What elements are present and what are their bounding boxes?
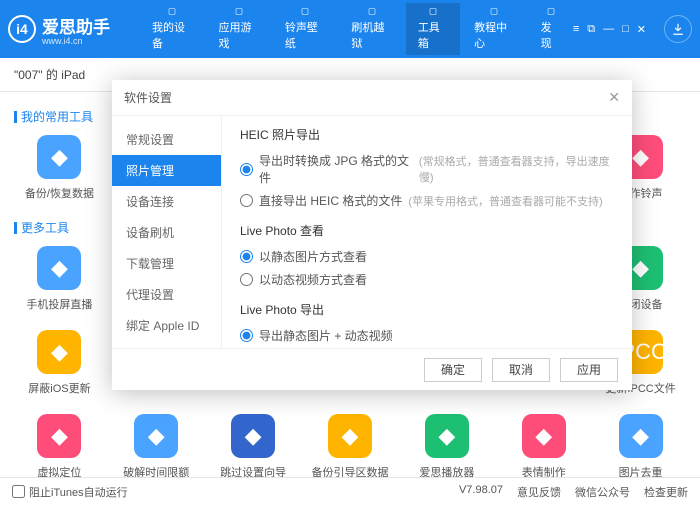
dialog-close-icon[interactable]: ✕ bbox=[608, 89, 620, 106]
dialog-sidebar: 常规设置照片管理设备连接设备刷机下载管理代理设置绑定 Apple ID bbox=[112, 116, 222, 348]
ok-button[interactable]: 确定 bbox=[424, 358, 482, 382]
heic-opt-jpg[interactable]: 导出时转换成 JPG 格式的文件(常规格式，普通查看器支持，导出速度慢) bbox=[240, 149, 614, 189]
wechat-link[interactable]: 微信公众号 bbox=[575, 484, 630, 500]
settings-category[interactable]: 设备连接 bbox=[112, 186, 221, 217]
dialog-footer: 确定 取消 应用 bbox=[112, 348, 632, 390]
topnav-item[interactable]: 工具箱 bbox=[406, 3, 460, 55]
livephoto-view-title: Live Photo 查看 bbox=[240, 222, 614, 239]
tool-tile[interactable]: ◆备份/恢复数据 bbox=[14, 135, 105, 201]
maximize-icon[interactable]: □ bbox=[622, 23, 629, 35]
topnav-item[interactable]: 刷机越狱 bbox=[339, 3, 403, 55]
version-label: V7.98.07 bbox=[459, 484, 503, 500]
topnav-item[interactable]: 发现 bbox=[529, 3, 573, 55]
tool-tile[interactable]: ◆虚拟定位 bbox=[14, 414, 105, 477]
status-bar: 阻止iTunes自动运行 V7.98.07 意见反馈 微信公众号 检查更新 bbox=[0, 477, 700, 505]
dialog-content: HEIC 照片导出 导出时转换成 JPG 格式的文件(常规格式，普通查看器支持，… bbox=[222, 116, 632, 348]
heic-export-title: HEIC 照片导出 bbox=[240, 126, 614, 143]
window-controls: ≡ ⧉ — □ ✕ bbox=[573, 15, 692, 43]
brand-name: 爱思助手 bbox=[42, 18, 110, 37]
tool-tile[interactable]: ◆屏蔽iOS更新 bbox=[14, 330, 105, 396]
cancel-button[interactable]: 取消 bbox=[492, 358, 550, 382]
app-logo: i4 爱思助手 www.i4.cn bbox=[8, 13, 110, 46]
topnav-item[interactable]: 教程中心 bbox=[462, 3, 526, 55]
settings-icon[interactable]: ⧉ bbox=[587, 23, 595, 36]
heic-opt-raw[interactable]: 直接导出 HEIC 格式的文件(苹果专用格式，普通查看器可能不支持) bbox=[240, 189, 614, 212]
settings-category[interactable]: 设备刷机 bbox=[112, 217, 221, 248]
topnav-item[interactable]: 应用游戏 bbox=[206, 3, 270, 55]
logo-icon: i4 bbox=[8, 15, 36, 43]
tool-tile[interactable]: ◆跳过设置向导 bbox=[208, 414, 299, 477]
tool-tile[interactable]: ◆备份引导区数据 bbox=[305, 414, 396, 477]
lpview-opt-static[interactable]: 以静态图片方式查看 bbox=[240, 245, 614, 268]
lpexp-opt-both[interactable]: 导出静态图片 + 动态视频 bbox=[240, 324, 614, 347]
block-itunes-checkbox[interactable]: 阻止iTunes自动运行 bbox=[12, 484, 128, 500]
settings-category[interactable]: 代理设置 bbox=[112, 279, 221, 310]
settings-category[interactable]: 照片管理 bbox=[112, 155, 221, 186]
menu-icon[interactable]: ≡ bbox=[573, 23, 579, 35]
dialog-title: 软件设置 bbox=[124, 89, 172, 106]
tool-tile[interactable]: ◆爱思播放器 bbox=[401, 414, 492, 477]
lpview-opt-video[interactable]: 以动态视频方式查看 bbox=[240, 268, 614, 291]
tool-tile[interactable]: ◆手机投屏直播 bbox=[14, 246, 105, 312]
tool-tile[interactable]: ◆破解时间限额 bbox=[111, 414, 202, 477]
settings-dialog: 软件设置 ✕ 常规设置照片管理设备连接设备刷机下载管理代理设置绑定 Apple … bbox=[112, 80, 632, 390]
topnav-item[interactable]: 铃声壁纸 bbox=[273, 3, 337, 55]
topnav-item[interactable]: 我的设备 bbox=[140, 3, 204, 55]
tool-tile[interactable]: ◆表情制作 bbox=[498, 414, 589, 477]
dialog-header: 软件设置 ✕ bbox=[112, 80, 632, 116]
feedback-link[interactable]: 意见反馈 bbox=[517, 484, 561, 500]
brand-url: www.i4.cn bbox=[42, 36, 110, 46]
settings-category[interactable]: 常规设置 bbox=[112, 124, 221, 155]
settings-category[interactable]: 下载管理 bbox=[112, 248, 221, 279]
download-icon[interactable] bbox=[664, 15, 692, 43]
device-name: "007" 的 iPad bbox=[14, 66, 85, 83]
tool-tile[interactable]: ◆图片去重 bbox=[595, 414, 686, 477]
check-update-link[interactable]: 检查更新 bbox=[644, 484, 688, 500]
settings-category[interactable]: 绑定 Apple ID bbox=[112, 310, 221, 341]
top-nav: 我的设备应用游戏铃声壁纸刷机越狱工具箱教程中心发现 bbox=[140, 3, 573, 55]
close-icon[interactable]: ✕ bbox=[637, 23, 646, 36]
apply-button[interactable]: 应用 bbox=[560, 358, 618, 382]
top-toolbar: i4 爱思助手 www.i4.cn 我的设备应用游戏铃声壁纸刷机越狱工具箱教程中… bbox=[0, 0, 700, 58]
livephoto-export-title: Live Photo 导出 bbox=[240, 301, 614, 318]
minimize-icon[interactable]: — bbox=[603, 23, 614, 35]
